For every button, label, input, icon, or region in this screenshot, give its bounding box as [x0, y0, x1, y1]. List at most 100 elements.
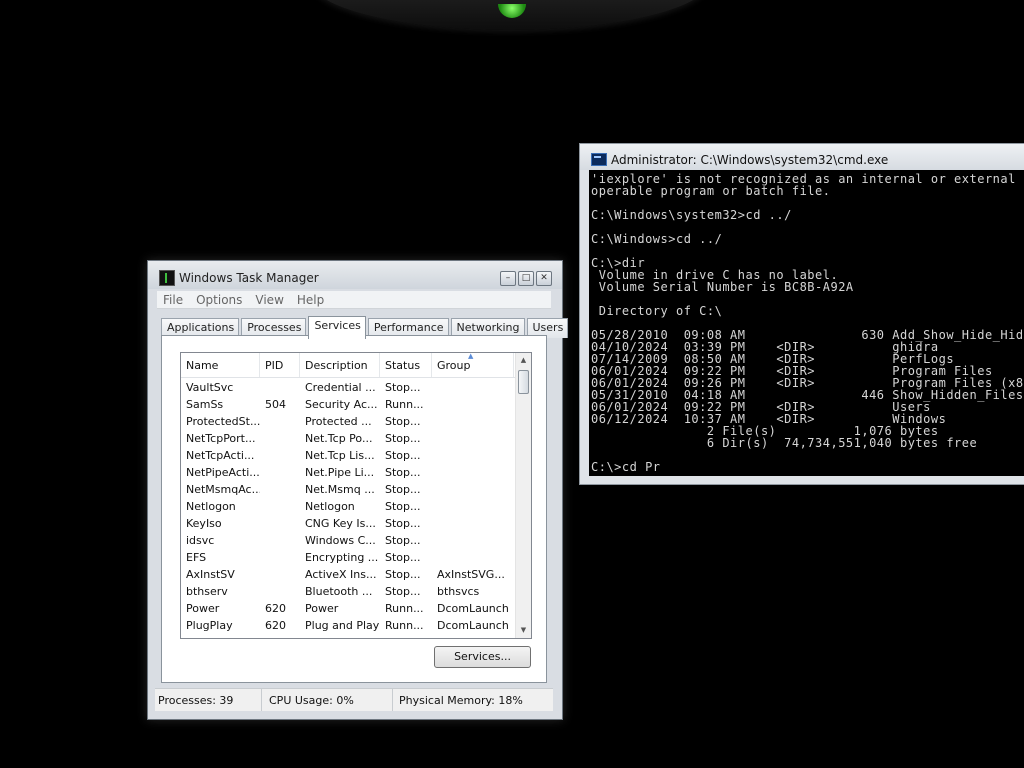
- console-line: C:\>cd Pr: [591, 460, 661, 474]
- cmd-window-title: Administrator: C:\Windows\system32\cmd.e…: [611, 153, 889, 167]
- table-row[interactable]: VaultSvc Credential ... Stop...: [181, 379, 515, 396]
- status-cpu: CPU Usage: 0%: [262, 689, 393, 711]
- column-name[interactable]: Name: [181, 353, 260, 377]
- table-cell: Stop...: [385, 466, 421, 479]
- table-cell: Stop...: [385, 500, 421, 513]
- table-cell: Bluetooth ...: [305, 585, 373, 598]
- table-cell: 504: [265, 398, 286, 411]
- column-status[interactable]: Status: [380, 353, 432, 377]
- menu-view[interactable]: View: [249, 291, 290, 308]
- table-cell: [432, 549, 514, 566]
- table-cell: bthserv: [186, 585, 228, 598]
- console-line: C:\Windows\system32>cd ../: [591, 208, 792, 222]
- table-cell: Stop...: [385, 517, 421, 530]
- console-line: 6 Dir(s) 74,734,551,040 bytes free: [591, 436, 978, 450]
- table-cell: [260, 379, 300, 396]
- table-row[interactable]: PlugPlay 620 Plug and Play Runn... DcomLaunc…: [181, 617, 515, 634]
- table-cell: [432, 532, 514, 549]
- table-cell: EFS: [186, 551, 207, 564]
- services-list[interactable]: Name PID Description Status Group ▲ Vault…: [180, 352, 532, 639]
- table-cell: Stop...: [385, 585, 421, 598]
- table-cell: Stop...: [385, 534, 421, 547]
- table-cell: [432, 396, 514, 413]
- table-cell: AxInstSV: [186, 568, 235, 581]
- table-cell: idsvc: [186, 534, 215, 547]
- table-cell: [260, 566, 300, 583]
- scroll-up-icon[interactable]: ▲: [516, 353, 531, 368]
- column-pid[interactable]: PID: [260, 353, 300, 377]
- list-header: Name PID Description Status Group ▲: [181, 353, 515, 378]
- table-cell: Encrypting ...: [305, 551, 379, 564]
- task-manager-titlebar[interactable]: Windows Task Manager – □ ✕: [148, 261, 562, 289]
- table-cell: [432, 464, 514, 481]
- table-cell: KeyIso: [186, 517, 222, 530]
- menu-options[interactable]: Options: [190, 291, 249, 308]
- table-row[interactable]: Netlogon Netlogon Stop...: [181, 498, 515, 515]
- table-cell: Stop...: [385, 551, 421, 564]
- table-cell: [432, 498, 514, 515]
- close-button[interactable]: ✕: [536, 271, 552, 286]
- task-manager-window: Windows Task Manager – □ ✕ File Options …: [147, 260, 569, 720]
- table-cell: Net.Msmq ...: [305, 483, 375, 496]
- scroll-thumb[interactable]: [518, 370, 529, 394]
- table-cell: Stop...: [385, 432, 421, 445]
- table-cell: Runn...: [385, 619, 424, 632]
- column-group-label: Group: [437, 359, 471, 372]
- table-cell: DcomLaunch: [437, 619, 509, 632]
- table-cell: Net.Tcp Po...: [305, 432, 373, 445]
- table-cell: [260, 413, 300, 430]
- minimize-button[interactable]: –: [500, 271, 516, 286]
- table-cell: [260, 549, 300, 566]
- table-cell: [260, 498, 300, 515]
- cmd-titlebar[interactable]: Administrator: C:\Windows\system32\cmd.e…: [580, 144, 1024, 170]
- cmd-icon: [591, 153, 607, 166]
- table-cell: [432, 379, 514, 396]
- table-cell: DcomLaunch: [437, 602, 509, 615]
- column-group[interactable]: Group ▲: [432, 353, 514, 377]
- table-cell: Netlogon: [305, 500, 355, 513]
- table-cell: Power: [186, 602, 220, 615]
- table-row[interactable]: bthserv Bluetooth ... Stop... bthsvcs: [181, 583, 515, 600]
- menu-bar: File Options View Help: [157, 291, 551, 309]
- table-row[interactable]: Power 620 Power Runn... DcomLaunch: [181, 600, 515, 617]
- vertical-scrollbar[interactable]: ▲ ▼: [515, 353, 531, 638]
- table-cell: CNG Key Is...: [305, 517, 376, 530]
- menu-help[interactable]: Help: [291, 291, 331, 308]
- tab-services[interactable]: Services: [308, 316, 366, 339]
- services-panel: Name PID Description Status Group ▲ Vault…: [161, 335, 547, 683]
- table-cell: Security Ac...: [305, 398, 378, 411]
- table-cell: Stop...: [385, 415, 421, 428]
- maximize-button[interactable]: □: [518, 271, 534, 286]
- task-manager-icon: [159, 270, 175, 286]
- table-cell: AxInstSVG...: [437, 568, 505, 581]
- table-cell: [432, 515, 514, 532]
- table-cell: PlugPlay: [186, 619, 233, 632]
- table-cell: ActiveX Ins...: [305, 568, 377, 581]
- table-cell: NetTcpPort...: [186, 432, 256, 445]
- table-row[interactable]: idsvc Windows C... Stop...: [181, 532, 515, 549]
- console-output[interactable]: 'iexplore' is not recognized as an inter…: [589, 170, 1024, 476]
- table-cell: Stop...: [385, 449, 421, 462]
- table-row[interactable]: NetPipeActi... Net.Pipe Li... Stop...: [181, 464, 515, 481]
- table-row[interactable]: NetMsmqAc... Net.Msmq ... Stop...: [181, 481, 515, 498]
- table-cell: Net.Tcp Lis...: [305, 449, 375, 462]
- table-row[interactable]: SamSs 504 Security Ac... Runn...: [181, 396, 515, 413]
- table-cell: Stop...: [385, 381, 421, 394]
- menu-file[interactable]: File: [157, 291, 190, 308]
- table-row[interactable]: KeyIso CNG Key Is... Stop...: [181, 515, 515, 532]
- table-cell: Windows C...: [305, 534, 376, 547]
- table-cell: [432, 481, 514, 498]
- table-row[interactable]: AxInstSV ActiveX Ins... Stop... AxInstSVG..…: [181, 566, 515, 583]
- column-description[interactable]: Description: [300, 353, 380, 377]
- services-button[interactable]: Services...: [434, 646, 531, 668]
- table-row[interactable]: NetTcpActi... Net.Tcp Lis... Stop...: [181, 447, 515, 464]
- table-row[interactable]: NetTcpPort... Net.Tcp Po... Stop...: [181, 430, 515, 447]
- scroll-down-icon[interactable]: ▼: [516, 623, 531, 638]
- table-row[interactable]: ProtectedSt... Protected ... Stop...: [181, 413, 515, 430]
- table-cell: [260, 515, 300, 532]
- table-cell: Power: [305, 602, 339, 615]
- table-cell: Plug and Play: [305, 619, 380, 632]
- table-cell: [260, 430, 300, 447]
- table-row[interactable]: EFS Encrypting ... Stop...: [181, 549, 515, 566]
- status-processes: Processes: 39: [155, 689, 262, 711]
